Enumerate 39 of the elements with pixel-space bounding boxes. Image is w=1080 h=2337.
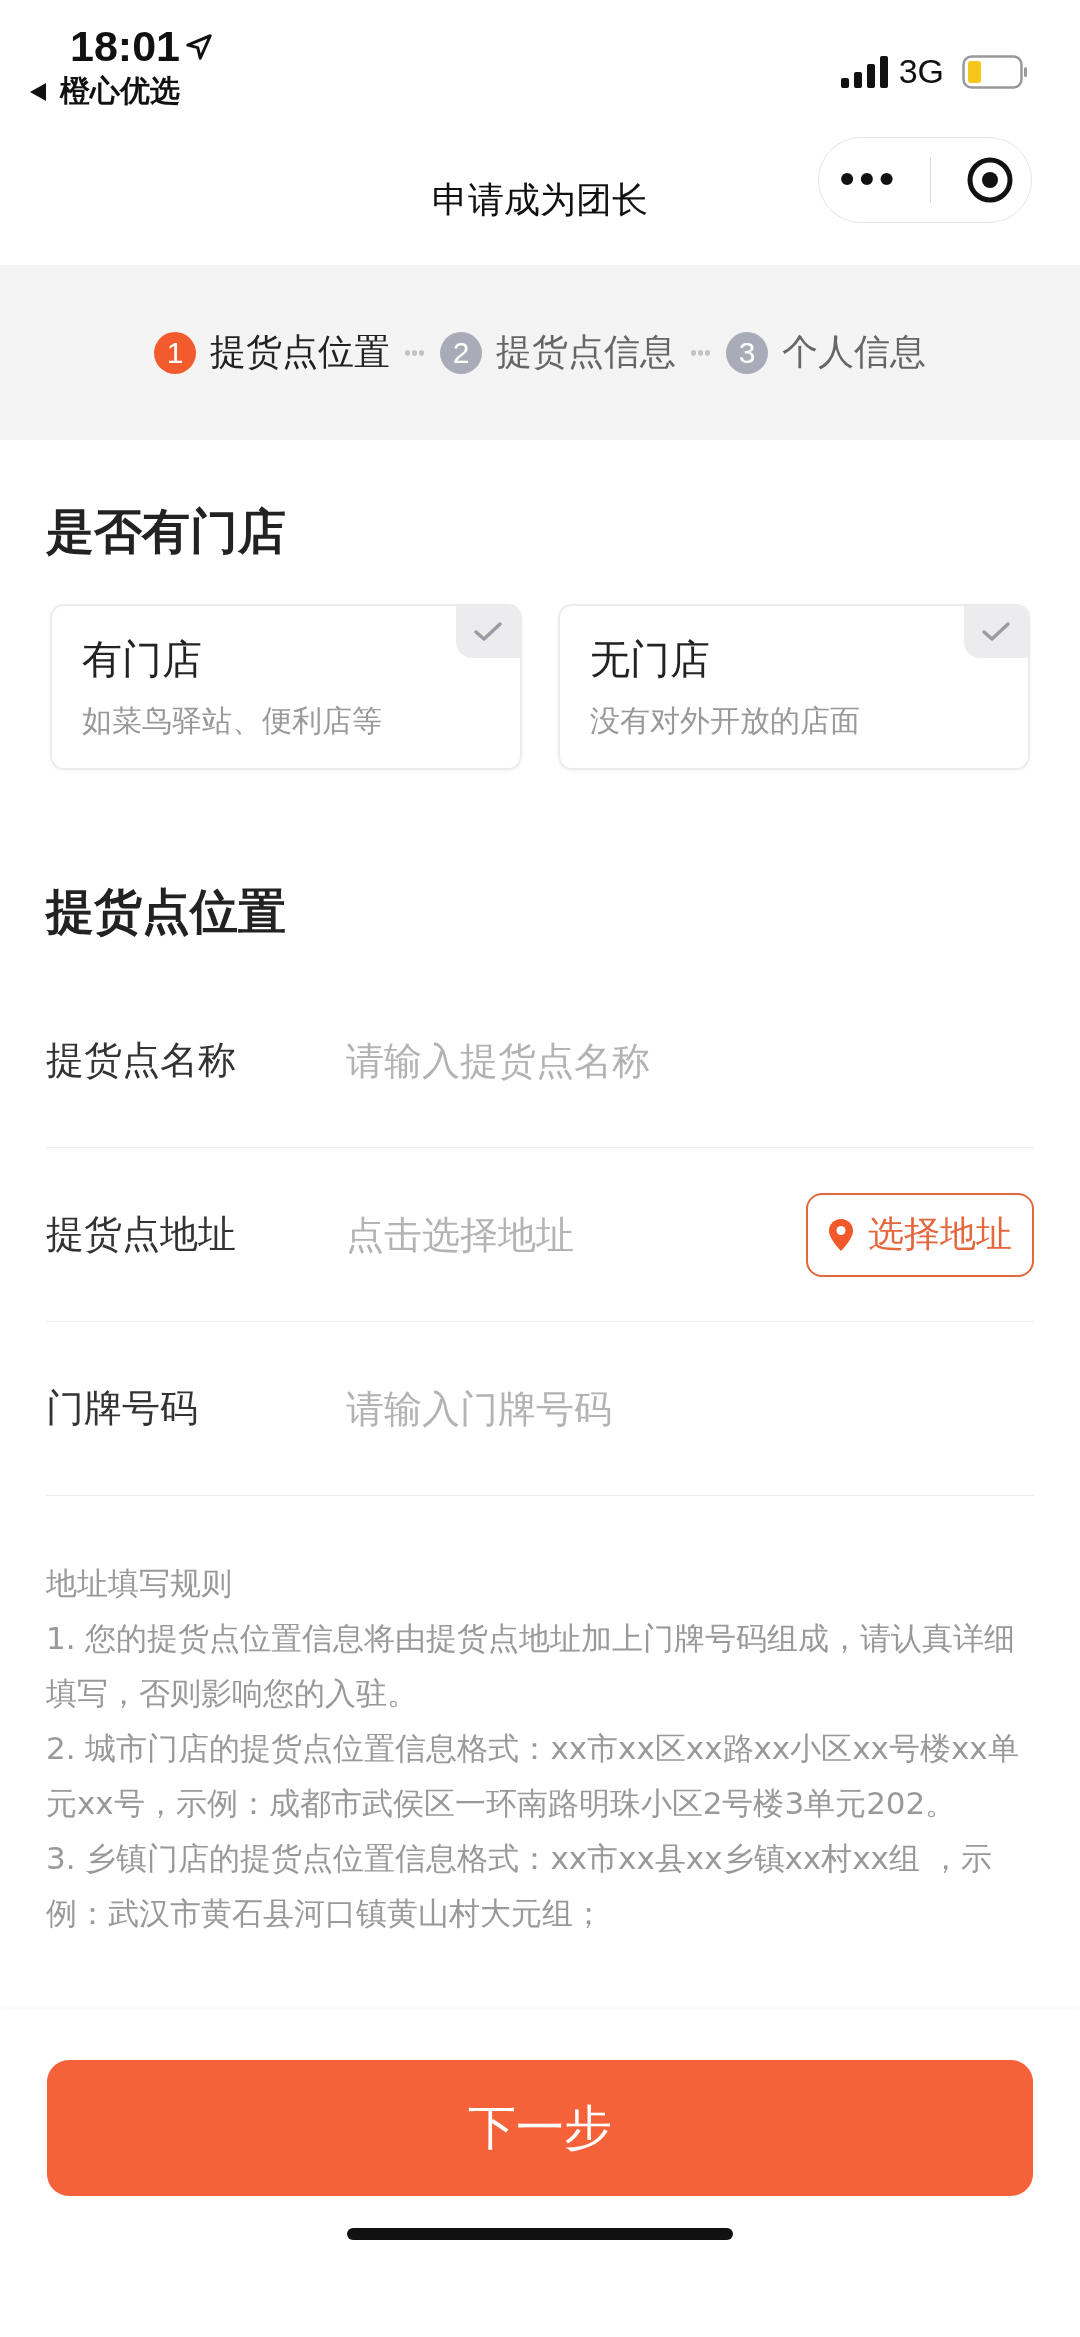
dots-icon bbox=[404, 349, 426, 356]
option-subtitle: 如菜鸟驿站、便利店等 bbox=[82, 702, 383, 740]
step-label[interactable]: 提货点信息 bbox=[496, 328, 676, 377]
back-triangle-icon bbox=[28, 80, 48, 103]
option-subtitle: 没有对外开放的店面 bbox=[590, 702, 861, 740]
option-title: 有门店 bbox=[82, 635, 203, 684]
section-title: 是否有门店 bbox=[46, 502, 287, 561]
input-field[interactable]: 点击选择地址 bbox=[346, 1212, 806, 1257]
clock: 18:01 bbox=[70, 22, 180, 71]
field-label: 提货点地址 bbox=[46, 1211, 237, 1258]
step-label[interactable]: 个人信息 bbox=[782, 328, 926, 377]
option-title: 无门店 bbox=[590, 635, 711, 684]
option-card[interactable]: 有门店 如菜鸟驿站、便利店等 bbox=[50, 604, 522, 770]
field-label: 提货点名称 bbox=[46, 1037, 237, 1084]
option-card[interactable]: 无门店 没有对外开放的店面 bbox=[558, 604, 1030, 770]
step-label[interactable]: 提货点位置 bbox=[210, 328, 390, 377]
dots-icon bbox=[690, 349, 712, 356]
signal-icon bbox=[840, 55, 889, 88]
check-icon bbox=[964, 606, 1028, 658]
back-link[interactable]: 橙心优选 bbox=[28, 71, 214, 112]
rules-title: 地址填写规则 bbox=[46, 1564, 233, 1603]
field-label: 门牌号码 bbox=[46, 1385, 199, 1432]
section-title: 提货点位置 bbox=[46, 882, 287, 941]
location-pin-icon bbox=[828, 1217, 854, 1252]
close-target-icon[interactable] bbox=[965, 156, 1014, 204]
battery-icon bbox=[962, 54, 1028, 89]
rule-text: 2. 城市门店的提货点位置信息格式：xx市xx区xx路xx小区xx号楼xx单元xx号，示例：成都市武侯区一环南路明珠小区2号楼3单元202。 bbox=[46, 1729, 1020, 1823]
step-number: 3 bbox=[726, 331, 768, 374]
input-field[interactable]: 请输入门牌号码 bbox=[346, 1386, 1034, 1431]
network-label: 3G bbox=[898, 52, 944, 91]
rule-text: 3. 乡镇门店的提货点位置信息格式：xx市xx县xx乡镇xx村xx组 ，示例：武汉市黄石县河口镇黄山村大元组； bbox=[46, 1839, 993, 1933]
rule-text: 1. 您的提货点位置信息将由提货点地址加上门牌号码组成，请认真详细填写，否则影响您的入驻。 bbox=[46, 1619, 1017, 1713]
more-button[interactable]: ••• bbox=[836, 160, 896, 200]
location-arrow-icon bbox=[184, 31, 214, 62]
input-field[interactable]: 请输入提货点名称 bbox=[346, 1038, 1034, 1083]
step-number: 1 bbox=[154, 331, 196, 374]
check-icon bbox=[456, 606, 520, 658]
page-title: 申请成为团长 bbox=[432, 177, 648, 222]
step-number: 2 bbox=[440, 331, 482, 374]
